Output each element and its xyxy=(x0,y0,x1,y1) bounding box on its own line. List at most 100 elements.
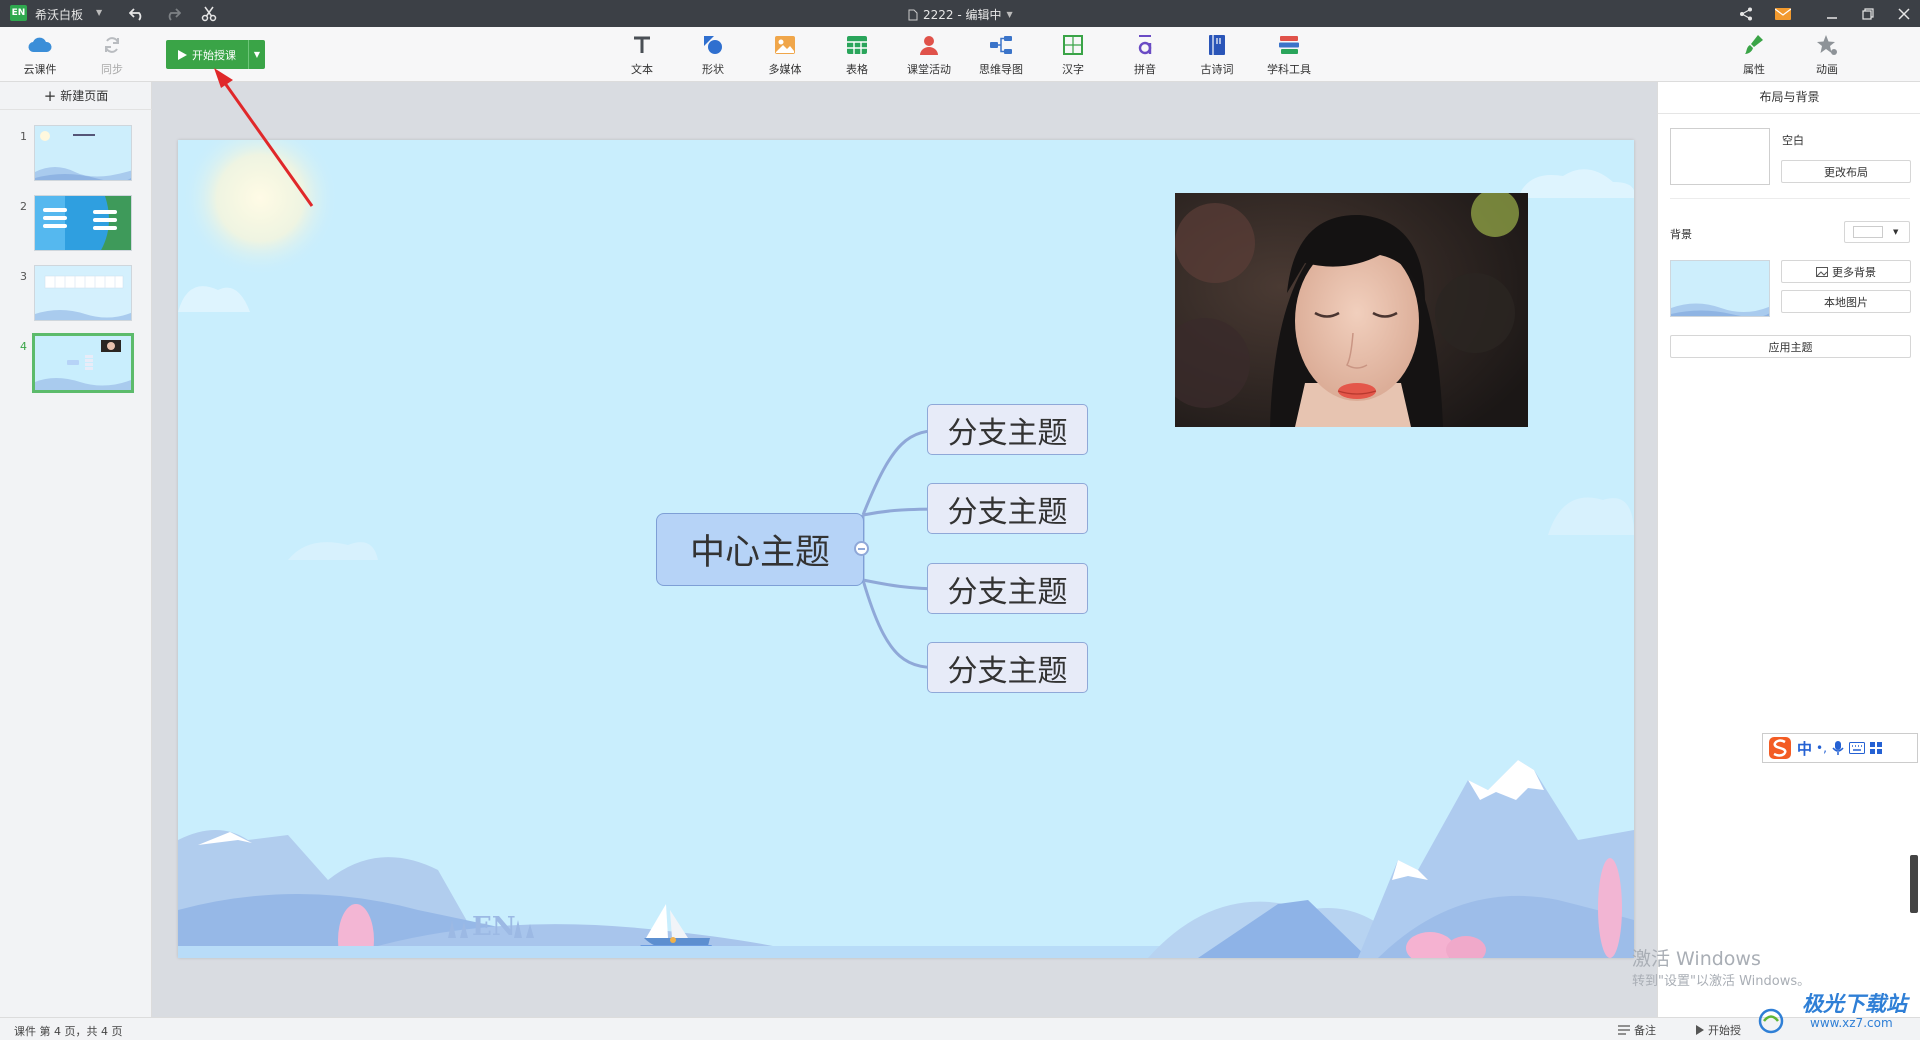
layout-preview[interactable] xyxy=(1670,128,1770,185)
more-backgrounds-label: 更多背景 xyxy=(1832,265,1876,279)
tool-ancient-poetry[interactable]: 古诗词 xyxy=(1189,33,1245,77)
tool-shape-label: 形状 xyxy=(702,63,724,76)
status-start-label: 开始授 xyxy=(1708,1024,1741,1037)
mind-map-branch-topic[interactable]: 分支主题 xyxy=(927,563,1088,614)
apply-theme-button[interactable]: 应用主题 xyxy=(1670,335,1911,358)
scissors-icon[interactable] xyxy=(199,4,219,24)
ime-toolbar[interactable]: 中 •, xyxy=(1762,733,1918,763)
page-thumbnail[interactable] xyxy=(34,195,132,251)
punctuation-icon[interactable]: •, xyxy=(1816,741,1827,755)
microphone-icon[interactable] xyxy=(1831,740,1845,756)
tool-hanzi-label: 汉字 xyxy=(1062,63,1084,76)
start-class-button[interactable]: 开始授课 ▼ xyxy=(166,40,265,69)
new-page-button[interactable]: + 新建页面 xyxy=(0,82,152,110)
undo-icon[interactable] xyxy=(127,4,147,24)
start-class-main[interactable]: 开始授课 xyxy=(166,40,248,69)
sogou-logo-icon[interactable] xyxy=(1767,735,1793,761)
restore-icon[interactable] xyxy=(1858,4,1878,24)
tool-text[interactable]: 文本 xyxy=(614,33,670,77)
page-thumbnail[interactable] xyxy=(34,265,132,321)
activate-windows-subtitle: 转到"设置"以激活 Windows。 xyxy=(1632,974,1811,989)
text-icon xyxy=(630,33,654,57)
page-info: 课件 第 4 页，共 4 页 xyxy=(14,1025,123,1038)
close-icon[interactable] xyxy=(1894,4,1914,24)
tool-subject-tools[interactable]: 学科工具 xyxy=(1261,33,1317,77)
tool-pinyin-label: 拼音 xyxy=(1134,63,1156,76)
tool-mind-map[interactable]: 思维导图 xyxy=(973,33,1029,77)
app-name[interactable]: 希沃白板 xyxy=(35,6,83,23)
tool-class-activity[interactable]: 课堂活动 xyxy=(901,33,957,77)
share-icon[interactable] xyxy=(1736,4,1756,24)
notes-button[interactable]: 备注 xyxy=(1618,1022,1656,1038)
mind-map-branch-topic[interactable]: 分支主题 xyxy=(927,483,1088,534)
document-title[interactable]: 2222 - 编辑中 ▼ xyxy=(908,6,1013,23)
tool-shape[interactable]: 形状 xyxy=(685,33,741,77)
tool-ancient-poetry-label: 古诗词 xyxy=(1200,63,1234,76)
page-thumbnail-active[interactable] xyxy=(32,333,134,393)
app-menu-caret-icon[interactable]: ▼ xyxy=(96,8,102,17)
status-bar: 课件 第 4 页，共 4 页 备注 开始授 xyxy=(0,1017,1920,1040)
color-swatch xyxy=(1853,226,1883,238)
minimize-icon[interactable] xyxy=(1822,4,1842,24)
books-stack-icon xyxy=(1277,33,1301,57)
tool-subject-tools-label: 学科工具 xyxy=(1267,63,1311,76)
hanzi-grid-icon xyxy=(1061,33,1085,57)
start-class-label: 开始授课 xyxy=(192,48,236,62)
document-title-text: 2222 - 编辑中 xyxy=(923,8,1002,22)
person-icon xyxy=(917,33,941,57)
new-page-label: 新建页面 xyxy=(60,89,109,103)
play-icon xyxy=(1696,1025,1704,1035)
ime-mode-label[interactable]: 中 xyxy=(1797,738,1812,759)
cloud-courseware-button[interactable]: 云课件 xyxy=(12,33,68,77)
change-layout-button[interactable]: 更改布局 xyxy=(1781,160,1911,183)
mind-map-center-topic[interactable]: 中心主题 xyxy=(656,513,864,586)
keyboard-icon[interactable] xyxy=(1848,742,1865,754)
page-thumbnail-row-active[interactable]: 4 xyxy=(0,333,152,398)
star-icon xyxy=(1815,33,1839,57)
redo-icon[interactable] xyxy=(163,4,183,24)
page-thumbnail-row[interactable]: 2 xyxy=(0,194,152,258)
activate-windows-title: 激活 Windows xyxy=(1632,948,1761,970)
start-class-dropdown-icon[interactable]: ▼ xyxy=(248,40,265,69)
tool-table-label: 表格 xyxy=(846,63,868,76)
sync-icon xyxy=(100,33,124,57)
tool-pinyin[interactable]: 拼音 xyxy=(1117,33,1173,77)
cloud-courseware-label: 云课件 xyxy=(23,63,57,76)
tool-table[interactable]: 表格 xyxy=(829,33,885,77)
grid-menu-icon[interactable] xyxy=(1869,741,1883,755)
background-color-picker[interactable]: ▼ xyxy=(1844,221,1910,243)
properties-tab[interactable]: 属性 xyxy=(1726,33,1782,77)
notes-label: 备注 xyxy=(1634,1024,1656,1037)
plus-icon: + xyxy=(43,86,57,105)
page-thumbnail[interactable] xyxy=(34,125,132,181)
mail-icon[interactable] xyxy=(1773,4,1793,24)
tool-multimedia[interactable]: 多媒体 xyxy=(757,33,813,77)
mind-map-icon xyxy=(989,33,1013,57)
portrait-photo[interactable] xyxy=(1175,193,1528,427)
slide-canvas[interactable]: EN 中心主题 分支主题 分支主题 分支主题 分支主题 xyxy=(178,140,1634,958)
page-number: 1 xyxy=(20,130,27,143)
mind-map-branch-topic[interactable]: 分支主题 xyxy=(927,404,1088,455)
status-start-button[interactable]: 开始授 xyxy=(1696,1022,1741,1038)
tool-hanzi[interactable]: 汉字 xyxy=(1045,33,1101,77)
title-caret-icon[interactable]: ▼ xyxy=(1007,10,1013,19)
scroll-handle[interactable] xyxy=(1910,855,1918,913)
page-thumbnail-row[interactable]: 1 xyxy=(0,124,152,188)
app-logo-icon[interactable]: EN xyxy=(10,5,27,21)
background-preview[interactable] xyxy=(1670,260,1770,317)
local-image-button[interactable]: 本地图片 xyxy=(1781,290,1911,313)
collapse-node-icon[interactable] xyxy=(854,541,869,556)
animation-tab[interactable]: 动画 xyxy=(1799,33,1855,77)
book-icon xyxy=(1205,33,1229,57)
properties-label: 属性 xyxy=(1743,63,1765,76)
sync-button[interactable]: 同步 xyxy=(84,33,140,77)
more-backgrounds-button[interactable]: 更多背景 xyxy=(1781,260,1911,283)
image-icon xyxy=(773,33,797,57)
layout-name: 空白 xyxy=(1782,134,1804,147)
page-number: 2 xyxy=(20,200,27,213)
mind-map-branch-topic[interactable]: 分支主题 xyxy=(927,642,1088,693)
main-toolbar: 云课件 同步 文本 形状 多媒体 表格 课堂活动 思维导图 汉字 拼音 古诗词 … xyxy=(0,27,1920,82)
table-icon xyxy=(845,33,869,57)
page-number: 3 xyxy=(20,270,27,283)
page-thumbnail-row[interactable]: 3 xyxy=(0,264,152,328)
